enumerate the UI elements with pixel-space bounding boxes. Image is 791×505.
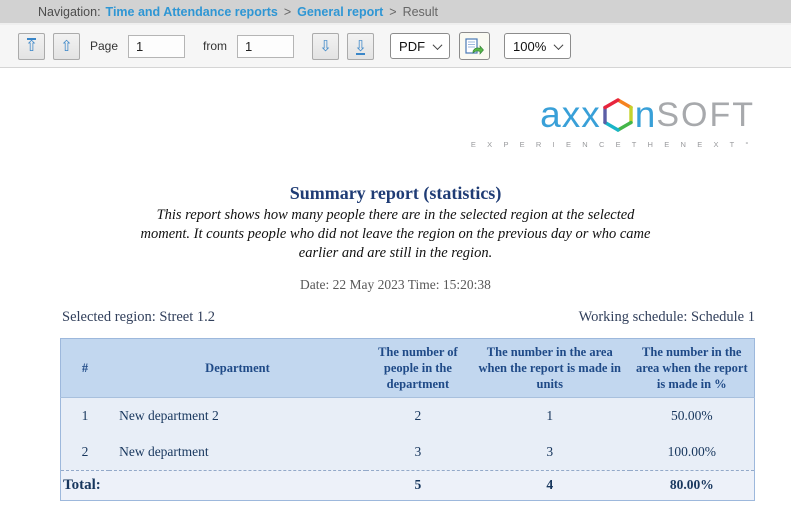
down-arrow-icon: ⇩ xyxy=(319,37,332,55)
up-arrow-icon: ⇧ xyxy=(60,37,73,55)
breadcrumb-separator: > xyxy=(283,4,292,19)
from-label: from xyxy=(203,39,228,53)
hexagon-o-icon xyxy=(603,97,633,132)
total-value-cell: 4 xyxy=(469,469,630,501)
table-cell: 100.00% xyxy=(629,433,755,471)
table-cell: 50.00% xyxy=(629,397,755,434)
total-value-cell: 80.00% xyxy=(629,469,755,501)
first-page-button[interactable]: ⇧ xyxy=(18,32,45,60)
total-label: Total: xyxy=(60,469,366,501)
previous-page-button[interactable]: ⇧ xyxy=(53,32,80,60)
logo-text-n: n xyxy=(634,94,657,135)
breadcrumb-general-report[interactable]: General report xyxy=(297,5,383,19)
zoom-value: 100% xyxy=(513,38,547,54)
working-schedule-text: Working schedule: Schedule 1 xyxy=(578,308,755,325)
table-cell: 2 xyxy=(60,433,110,471)
table-header-cell: # xyxy=(60,338,110,398)
breadcrumb: Navigation: Time and Attendance reports … xyxy=(0,0,791,25)
report-description: This report shows how many people there … xyxy=(140,207,651,261)
logo-text-soft: SOFT xyxy=(656,95,755,134)
last-page-arrow-icon: ⇩ xyxy=(354,37,367,55)
statistics-table: # Department The number of people in the d… xyxy=(60,337,755,501)
export-format-select[interactable]: PDF xyxy=(390,33,451,59)
table-total-row: Total: 5 4 80.00% xyxy=(60,469,755,501)
breadcrumb-label: Navigation: xyxy=(38,4,101,19)
selected-region-text: Selected region: Street 1.2 xyxy=(62,308,216,325)
breadcrumb-time-attendance-reports[interactable]: Time and Attendance reports xyxy=(106,5,278,19)
table-header-row: # Department The number of people in the d… xyxy=(60,338,755,398)
logo-tagline: E X P E R I E N C E T H E N E X T ° xyxy=(470,140,753,149)
table-cell: New department 2 xyxy=(109,397,366,434)
next-page-button[interactable]: ⇩ xyxy=(312,32,340,60)
table-cell: 1 xyxy=(60,397,110,434)
report-page: axx n SOFT E X P E R I E N C E T H E N E… xyxy=(0,96,791,505)
chevron-down-icon xyxy=(432,39,443,50)
report-title: Summary report (statistics) xyxy=(289,183,502,203)
axxonsoft-logo: axx n SOFT E X P E R I E N C E T H E N E… xyxy=(0,96,755,149)
breadcrumb-separator: > xyxy=(389,4,397,19)
page-number-input[interactable] xyxy=(128,34,186,58)
page-label: Page xyxy=(90,39,119,53)
report-datetime: Date: 22 May 2023 Time: 15:20:38 xyxy=(300,276,491,292)
logo-text-axx: axx xyxy=(540,94,601,135)
breadcrumb-result: Result xyxy=(402,4,439,19)
table-cell: 2 xyxy=(365,397,470,434)
table-header-cell: Department xyxy=(109,338,366,398)
chevron-down-icon xyxy=(553,39,564,50)
zoom-select[interactable]: 100% xyxy=(504,33,572,59)
export-format-value: PDF xyxy=(399,38,426,54)
total-value-cell: 5 xyxy=(365,469,470,501)
table-header-cell: The number in the area when the report i… xyxy=(469,338,630,398)
table-header-cell: The number of people in the department xyxy=(365,338,470,398)
export-report-button[interactable] xyxy=(459,32,491,60)
table-row: 1 New department 2 2 1 50.00% xyxy=(60,397,755,434)
table-cell: 3 xyxy=(365,433,470,471)
pager-toolbar: ⇧ ⇧ Page from ⇩ ⇩ PDF 100% xyxy=(0,25,791,68)
table-cell: 3 xyxy=(469,433,630,471)
table-header-cell: The number in the area when the report i… xyxy=(629,338,755,398)
export-report-icon xyxy=(465,37,484,55)
table-row: 2 New department 3 3 100.00% xyxy=(60,433,755,471)
first-page-arrow-icon: ⇧ xyxy=(25,37,38,55)
table-cell: 1 xyxy=(469,397,630,434)
last-page-button[interactable]: ⇩ xyxy=(347,32,375,60)
total-pages-input[interactable] xyxy=(237,34,295,58)
table-cell: New department xyxy=(109,433,366,471)
